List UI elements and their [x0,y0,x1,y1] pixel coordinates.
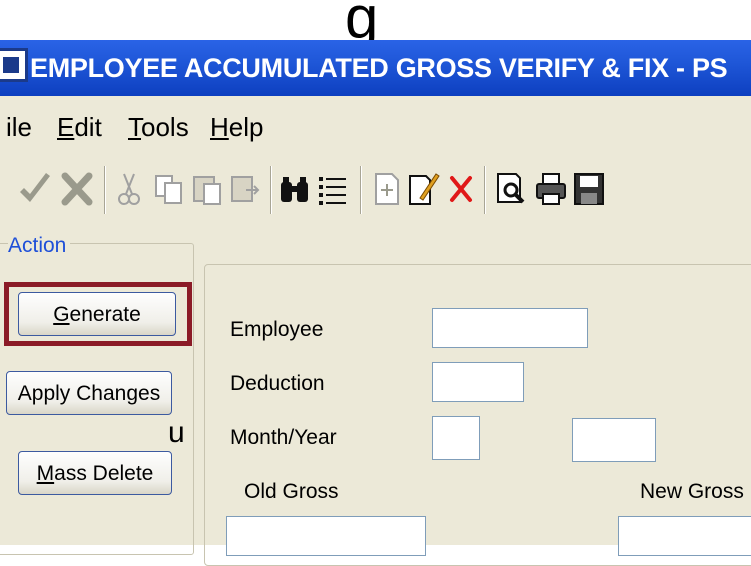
check-icon[interactable] [18,168,52,210]
old-gross-field[interactable] [226,516,426,556]
title-bar[interactable]: EMPLOYEE ACCUMULATED GROSS VERIFY & FIX … [0,40,751,96]
cancel-icon[interactable] [60,168,94,210]
save-icon[interactable] [572,168,606,210]
cropped-heading-glyph: g [345,0,379,40]
deduction-field[interactable] [432,362,524,402]
employee-field[interactable] [432,308,588,348]
paste-icon[interactable] [190,168,224,210]
menu-edit-mnemonic: E [57,112,75,142]
new-gross-label: New Gross [640,480,744,503]
new-record-icon[interactable] [370,168,404,210]
month-year-label: Month/Year [230,426,337,449]
year-field[interactable] [572,418,656,462]
menu-bar [0,96,751,156]
print-preview-icon[interactable] [494,168,528,210]
toolbar-separator [484,166,486,214]
menu-help-mnemonic: H [210,112,229,142]
deduction-label: Deduction [230,372,325,395]
list-icon[interactable] [316,168,350,210]
menu-help-label: elp [228,112,264,142]
month-field[interactable] [432,416,480,460]
cut-icon[interactable] [112,168,146,210]
employee-label: Employee [230,318,324,341]
apply-changes-button[interactable]: Apply Changes [6,371,172,415]
mass-delete-label: ass Delete [54,462,154,485]
menu-edit[interactable]: Edit [57,110,102,144]
paste-special-icon[interactable] [228,168,262,210]
menu-tools-label: ools [141,112,189,142]
menu-file-label: ile [6,112,33,142]
edit-record-icon[interactable] [406,168,440,210]
menu-tools[interactable]: Tools [128,110,189,144]
menu-tools-mnemonic: T [128,112,141,142]
window-title: EMPLOYEE ACCUMULATED GROSS VERIFY & FIX … [30,53,728,83]
new-gross-field[interactable] [618,516,751,556]
stray-text: u [168,416,185,449]
mass-delete-mnemonic: M [36,462,55,485]
mass-delete-button[interactable]: Mass Delete [18,451,172,495]
toolbar-separator [360,166,362,214]
action-group-label: Action [8,234,71,258]
toolbar-separator [270,166,272,214]
app-icon [0,48,28,82]
find-icon[interactable] [278,168,312,210]
copy-icon[interactable] [152,168,186,210]
generate-highlight-box [4,282,192,346]
old-gross-label: Old Gross [244,480,339,503]
delete-icon[interactable] [444,168,478,210]
print-icon[interactable] [534,168,568,210]
menu-file[interactable]: ile [6,110,32,144]
toolbar-separator [104,166,106,214]
menu-help[interactable]: Help [210,110,263,144]
menu-edit-label: dit [74,112,102,142]
